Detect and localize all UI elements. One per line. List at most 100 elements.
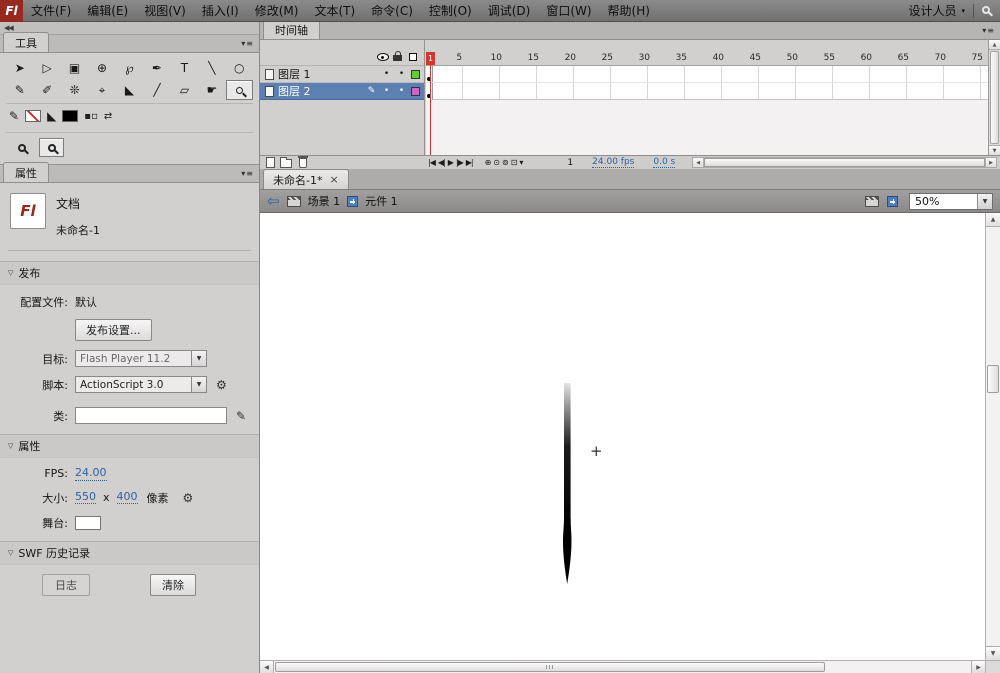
edit-scene-button[interactable] [865,195,879,207]
scroll-right-icon[interactable]: ▶ [985,158,996,167]
lasso-tool[interactable]: ℘ [116,58,143,78]
script-dropdown[interactable]: ActionScript 3.0 ▼ [75,376,207,393]
frame-area[interactable]: 5 10 15 20 25 30 35 40 45 50 55 60 65 70 75 1 [426,40,988,155]
fps-value[interactable]: 24.00 [75,466,107,481]
go-to-first-frame-button[interactable]: |◀ [428,158,436,167]
menu-item-1[interactable]: 文件(F) [23,0,79,22]
breadcrumb-scene[interactable]: 场景 1 [308,193,341,209]
menu-item-11[interactable]: 帮助(H) [600,0,658,22]
menu-item-9[interactable]: 调试(D) [480,0,539,22]
stage-width-value[interactable]: 550 [75,490,96,505]
edit-class-pencil-icon[interactable]: ✎ [236,409,246,423]
section-swf-history[interactable]: ▽ SWF 历史记录 [0,540,259,565]
deco-tool[interactable]: ❊ [61,80,88,100]
panel-menu-icon[interactable]: ▾≡ [241,169,254,178]
onion-skin-button[interactable]: ⊙ [493,158,500,167]
document-name[interactable]: 未命名-1 [56,222,100,238]
canvas-v-scrollbar[interactable]: ▲ ▼ [985,213,1000,660]
eraser-tool[interactable]: ▱ [171,80,198,100]
layer-outline-color-swatch[interactable] [411,86,420,96]
log-button[interactable]: 日志 [42,573,90,596]
clear-button[interactable]: 清除 [150,573,196,596]
timeline-v-scrollbar[interactable]: ▲ ▼ [988,40,1000,155]
panel-menu-icon[interactable]: ▾≡ [241,39,254,48]
tab-properties[interactable]: 属性 [3,162,49,182]
oval-tool[interactable]: ○ [226,58,253,78]
timeline-h-scrollbar[interactable]: ◀ ▶ [692,157,997,168]
layer-visibility-dot[interactable]: • [379,86,394,96]
pencil-tool[interactable]: ✎ [6,80,33,100]
close-icon[interactable]: × [329,173,338,186]
delete-layer-button[interactable] [298,155,308,168]
text-tool[interactable]: T [171,58,198,78]
scroll-up-icon[interactable]: ▲ [989,40,1000,50]
section-properties[interactable]: ▽ 属性 [0,434,259,458]
scroll-right-icon[interactable]: ▶ [971,661,985,673]
menu-item-10[interactable]: 窗口(W) [538,0,599,22]
outline-all-layers-icon[interactable] [408,53,417,61]
current-frame-indicator[interactable]: 1 [567,158,573,168]
tab-timeline[interactable]: 时间轴 [263,19,320,39]
menu-item-5[interactable]: 修改(M) [247,0,307,22]
scrollbar-thumb[interactable] [990,51,999,144]
tab-tools[interactable]: 工具 [3,32,49,52]
menu-item-2[interactable]: 编辑(E) [79,0,136,22]
modify-markers-button[interactable]: ▾ [519,158,523,167]
menu-item-4[interactable]: 插入(I) [194,0,247,22]
workspace-switcher[interactable]: 设计人员 ▾ [908,2,965,19]
zoom-out-button[interactable] [39,138,64,157]
eyedropper-tool[interactable]: ╱ [143,80,170,100]
frame-ruler[interactable]: 5 10 15 20 25 30 35 40 45 50 55 60 65 70 75 1 [426,40,988,66]
hand-tool[interactable]: ☛ [198,80,225,100]
selection-tool[interactable]: ➤ [6,58,33,78]
publish-settings-button[interactable]: 发布设置... [75,319,152,341]
stroke-color-swatch[interactable] [25,110,42,122]
stage-height-value[interactable]: 400 [116,490,138,505]
menu-item-6[interactable]: 文本(T) [306,0,363,22]
stage-canvas[interactable]: + [260,213,985,660]
layer-row-1[interactable]: 图层 1 • • [260,66,424,83]
canvas-h-scrollbar[interactable]: ◀ ▶ [260,660,985,673]
scroll-left-icon[interactable]: ◀ [260,661,274,673]
playhead-marker[interactable]: 1 [426,52,435,65]
frame-grid[interactable] [426,66,988,100]
wrench-icon[interactable]: ⚙ [183,491,194,505]
show-hide-all-layers-icon[interactable] [376,53,389,61]
new-layer-button[interactable] [266,157,275,168]
menu-item-3[interactable]: 视图(V) [136,0,194,22]
menu-item-7[interactable]: 命令(C) [363,0,421,22]
fill-color-swatch[interactable] [62,110,79,122]
layer-lock-dot[interactable]: • [394,86,409,96]
swap-colors-button[interactable]: ⇄ [104,111,112,122]
bone-tool[interactable]: ⌖ [88,80,115,100]
paint-bucket-tool[interactable]: ◣ [116,80,143,100]
zoom-in-button[interactable] [9,138,34,157]
layer-outline-color-swatch[interactable] [411,69,420,79]
section-publish[interactable]: ▽ 发布 [0,261,259,285]
scroll-left-icon[interactable]: ◀ [693,158,705,167]
line-tool[interactable]: ╲ [198,58,225,78]
wrench-icon[interactable]: ⚙ [216,378,227,392]
onion-skin-outlines-button[interactable]: ⊚ [502,158,509,167]
class-input[interactable] [75,407,227,424]
layer-lock-dot[interactable]: • [394,69,409,79]
scrollbar-thumb[interactable] [987,365,999,393]
black-white-button[interactable]: ▪▫ [84,111,98,122]
play-button[interactable]: ▶ [448,158,454,167]
brush-stroke-shape[interactable] [548,380,588,595]
layer-visibility-dot[interactable]: • [379,69,394,79]
edit-multiple-frames-button[interactable]: ⊡ [511,158,518,167]
frame-rate-indicator[interactable]: 24.00 fps [592,157,635,168]
subselection-tool[interactable]: ▷ [33,58,60,78]
lock-all-layers-icon[interactable] [393,51,402,61]
scrollbar-thumb[interactable] [704,158,985,167]
layer-row-2[interactable]: 图层 2 ✎ • • [260,83,424,100]
search-button[interactable] [982,4,990,17]
stage-color-swatch[interactable] [75,515,101,530]
back-button[interactable]: ⇦ [267,193,280,209]
scroll-down-icon[interactable]: ▼ [989,145,1000,155]
panel-menu-icon[interactable]: ▾≡ [982,26,995,35]
scrollbar-thumb[interactable] [275,662,825,672]
edit-symbols-button[interactable] [887,195,898,207]
target-dropdown[interactable]: Flash Player 11.2 ▼ [75,350,207,367]
